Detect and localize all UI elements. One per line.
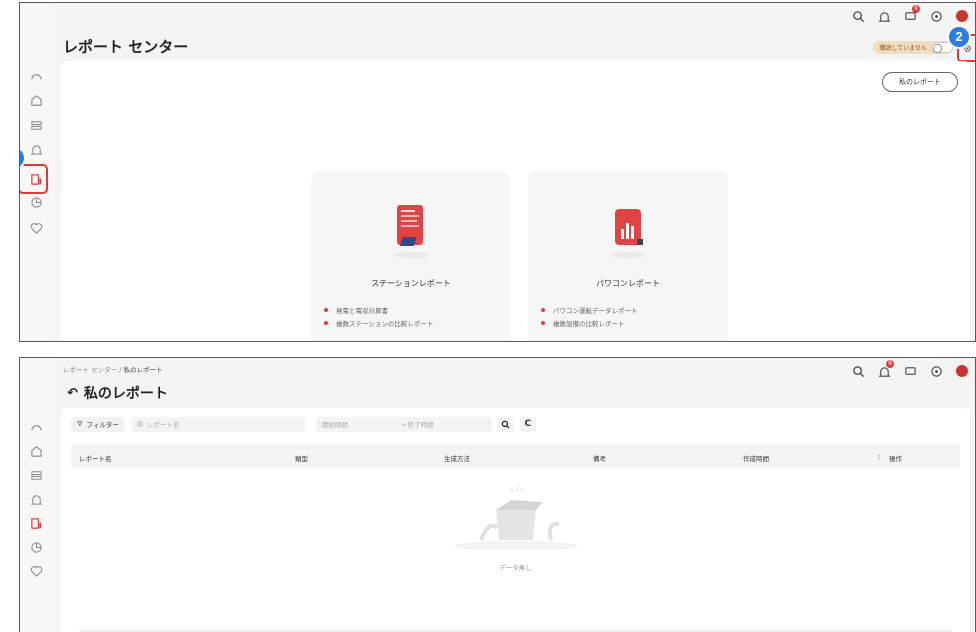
filter-row: ⛛ フィルター ▤ レポート名 開始時間 → 終了時間 C: [71, 416, 536, 432]
report-icon[interactable]: [29, 172, 43, 186]
help-icon[interactable]: [923, 360, 949, 382]
column-header[interactable]: 備考: [593, 453, 606, 463]
search-icon[interactable]: [845, 5, 871, 27]
card-bullet: 発電と電収計算書: [324, 303, 433, 316]
page-title: レポート センター: [63, 38, 189, 56]
inverter-report-illustration: [610, 209, 646, 258]
alarm-icon[interactable]: [29, 142, 43, 156]
my-report-button[interactable]: 私のレポート: [882, 72, 958, 92]
sidebar: [20, 358, 53, 632]
card-title: パワコンレポート: [596, 279, 660, 288]
station-report-card[interactable]: ステーションレポート 発電と電収計算書 複数ステーションの比較レポート: [311, 171, 511, 341]
subscription-toggle[interactable]: [931, 42, 953, 53]
report-center-content: 私のレポート ステーションレポート 発電と電収計算書 複数ステーションの比較レポ…: [61, 61, 970, 341]
report-name-input[interactable]: ▤ レポート名: [130, 416, 306, 432]
top-toolbar: 9: [845, 358, 975, 384]
empty-box-illustration: [453, 486, 578, 551]
page-header: ↶ 私のレポート: [67, 383, 168, 403]
user-avatar[interactable]: [949, 5, 975, 27]
my-report-panel: 9 レポート センター / 私のレポート ↶ 私のレポート ⛛ フィルター ▤ レポ…: [19, 357, 976, 632]
table-header: レポート名 類型 生成方法 備考 作成時間 ⁝ 操作: [71, 445, 960, 469]
card-bullet: パワコン運転データレポート: [541, 303, 638, 316]
column-header[interactable]: 類型: [295, 453, 308, 463]
subscription-toggle-group: 購読していません: [873, 41, 953, 54]
breadcrumb-current: 私のレポート: [123, 366, 163, 374]
breadcrumb: レポート センター / 私のレポート: [63, 364, 162, 374]
breadcrumb-root[interactable]: レポート センター: [63, 366, 117, 374]
refresh-icon: C: [524, 419, 532, 429]
card-bullet: 複数設備の比較レポート: [541, 316, 638, 329]
back-arrow-icon[interactable]: ↶: [67, 386, 78, 401]
station-report-illustration: [393, 205, 429, 258]
user-avatar[interactable]: [949, 360, 975, 382]
card-bullets: パワコン運転データレポート 複数設備の比較レポート: [541, 303, 638, 329]
empty-text: データ無し: [499, 564, 532, 572]
station-icon[interactable]: [29, 93, 43, 107]
device-icon[interactable]: [29, 118, 43, 132]
column-header[interactable]: 作成時間: [743, 453, 769, 463]
inverter-report-card[interactable]: パワコンレポート パワコン運転データレポート 複数設備の比較レポート: [528, 171, 728, 341]
refresh-button[interactable]: C: [519, 416, 536, 432]
report-center-panel: 1 9 レポート センター 購読していません 2 私のレポート ステーションレポ: [19, 2, 976, 342]
alarm-bell-icon[interactable]: [871, 5, 897, 27]
column-header: 操作: [889, 455, 902, 463]
search-icon[interactable]: [845, 360, 871, 382]
page-title: 私のレポート: [83, 386, 168, 402]
alarm-icon[interactable]: [29, 492, 43, 506]
report-icon[interactable]: [29, 516, 43, 530]
help-icon[interactable]: [923, 5, 949, 27]
subscription-label: 購読していません: [879, 45, 927, 52]
alarm-bell-icon[interactable]: 9: [871, 360, 897, 382]
message-badge: 9: [912, 5, 920, 13]
column-header[interactable]: レポート名: [79, 453, 112, 463]
alarm-badge: 9: [886, 360, 894, 368]
search-icon: [501, 420, 510, 428]
report-name-placeholder: レポート名: [147, 421, 180, 429]
message-icon[interactable]: 9: [897, 5, 923, 27]
document-icon: ▤: [136, 420, 143, 428]
analysis-icon[interactable]: [29, 195, 43, 209]
card-bullet: 複数ステーションの比較レポート: [324, 316, 433, 329]
sidebar: [20, 3, 53, 341]
breadcrumb-separator: /: [119, 366, 122, 374]
start-time-placeholder: 開始時間: [321, 421, 348, 429]
card-bullets: 発電と電収計算書 複数ステーションの比較レポート: [324, 303, 433, 329]
column-settings-icon[interactable]: ⁝: [878, 453, 880, 461]
station-icon[interactable]: [29, 444, 43, 458]
dashboard-icon[interactable]: [29, 420, 43, 434]
empty-state: データ無し: [61, 480, 970, 572]
filter-icon: ⛛: [77, 419, 83, 428]
top-toolbar: 9: [845, 3, 975, 29]
message-icon[interactable]: [897, 360, 923, 382]
device-icon[interactable]: [29, 468, 43, 482]
analysis-icon[interactable]: [29, 540, 43, 554]
my-report-content: ⛛ フィルター ▤ レポート名 開始時間 → 終了時間 C レポート名 類型 生成方…: [61, 408, 970, 632]
heart-icon[interactable]: [29, 564, 43, 578]
filter-button[interactable]: ⛛ フィルター: [71, 416, 125, 432]
card-title: ステーションレポート: [371, 279, 451, 288]
dashboard-icon[interactable]: [29, 69, 43, 83]
heart-icon[interactable]: [29, 221, 43, 235]
callout-2: 2: [949, 27, 969, 47]
search-button[interactable]: [497, 416, 514, 432]
filter-label: フィルター: [86, 421, 119, 429]
column-header[interactable]: 生成方法: [444, 453, 470, 463]
date-range-picker[interactable]: 開始時間 → 終了時間: [315, 416, 492, 432]
range-separator: → 終了時間: [400, 421, 434, 429]
